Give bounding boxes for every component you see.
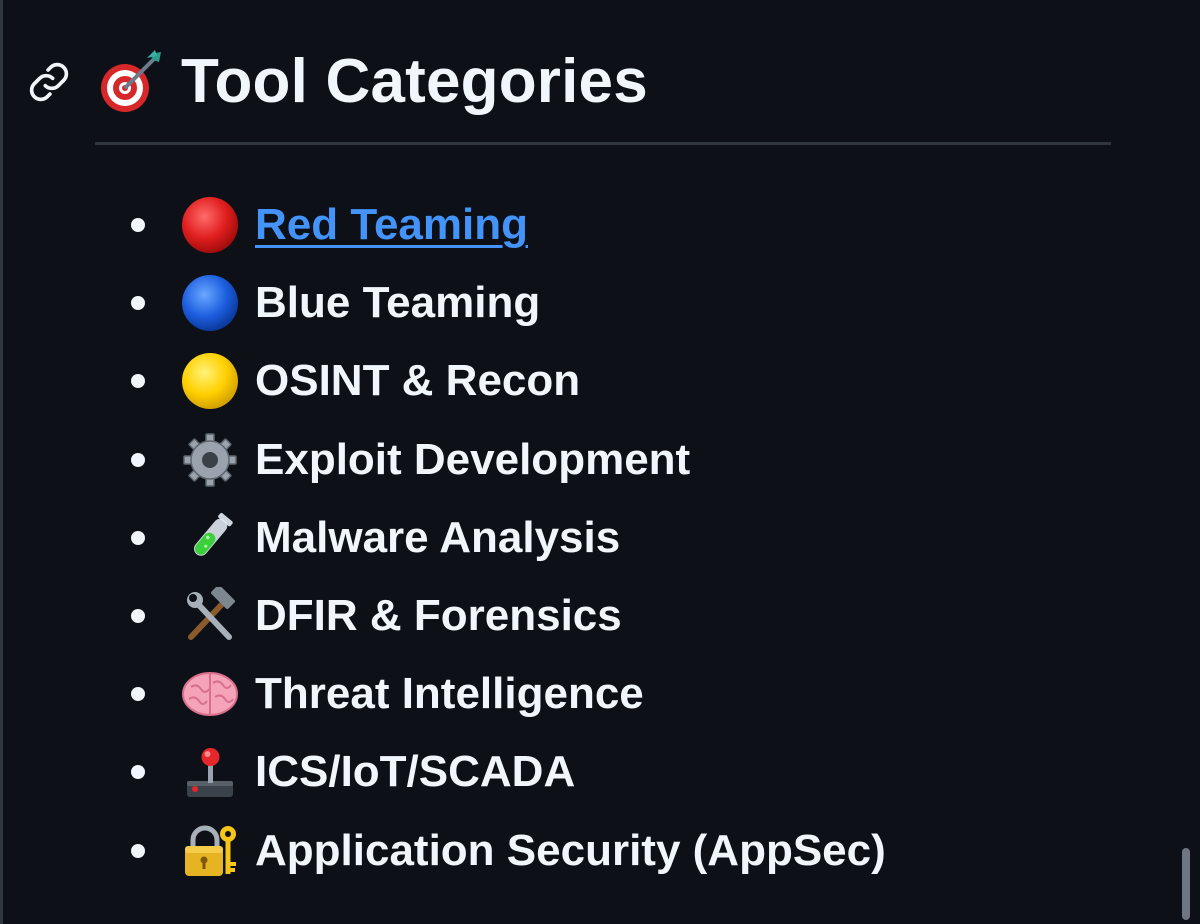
section-title: Tool Categories — [181, 47, 648, 116]
category-label-malware-analysis: Malware Analysis — [255, 512, 621, 562]
list-item: Red Teaming — [131, 186, 886, 264]
locked-with-key-icon — [181, 822, 239, 880]
category-label-threat-intelligence: Threat Intelligence — [255, 669, 644, 719]
bullet-dot — [131, 218, 145, 233]
list-item: Threat Intelligence — [131, 655, 886, 733]
category-label-ics-iot-scada: ICS/IoT/SCADA — [255, 747, 576, 797]
bullet-dot — [131, 843, 145, 858]
list-item: Exploit Development — [131, 421, 886, 499]
bullet-dot — [131, 374, 145, 389]
bullet-dot — [131, 765, 145, 780]
link-icon[interactable] — [25, 58, 73, 106]
list-item: Blue Teaming — [131, 264, 886, 342]
bullet-dot — [131, 296, 145, 311]
category-label-osint-recon: OSINT & Recon — [255, 356, 581, 406]
bullet-dot — [131, 609, 145, 624]
list-item: OSINT & Recon — [131, 342, 886, 420]
scrollbar-thumb[interactable] — [1182, 848, 1190, 920]
category-list: Red Teaming Blue Teaming OSINT & Recon E… — [131, 186, 886, 890]
section-heading: Tool Categories — [25, 40, 648, 124]
test-tube-icon — [181, 509, 239, 567]
red-circle-icon — [181, 196, 239, 254]
hammer-and-wrench-icon — [181, 587, 239, 645]
list-item: ICS/IoT/SCADA — [131, 733, 886, 811]
joystick-icon — [181, 743, 239, 801]
category-link-red-teaming[interactable]: Red Teaming — [255, 200, 528, 250]
category-label-application-security: Application Security (AppSec) — [255, 825, 886, 875]
yellow-circle-icon — [181, 352, 239, 410]
brain-icon — [181, 665, 239, 723]
bullet-dot — [131, 452, 145, 467]
list-item: Application Security (AppSec) — [131, 812, 886, 890]
direct-hit-icon — [95, 46, 167, 118]
bullet-dot — [131, 687, 145, 702]
readme-page: Tool Categories Red Teaming Blue Teaming… — [0, 0, 1200, 924]
category-label-dfir-forensics: DFIR & Forensics — [255, 591, 622, 641]
bullet-dot — [131, 530, 145, 545]
list-item: Malware Analysis — [131, 499, 886, 577]
category-label-blue-teaming: Blue Teaming — [255, 278, 541, 328]
blue-circle-icon — [181, 274, 239, 332]
heading-divider — [95, 142, 1111, 145]
list-item: DFIR & Forensics — [131, 577, 886, 655]
gear-icon — [181, 431, 239, 489]
category-label-exploit-development: Exploit Development — [255, 434, 691, 484]
